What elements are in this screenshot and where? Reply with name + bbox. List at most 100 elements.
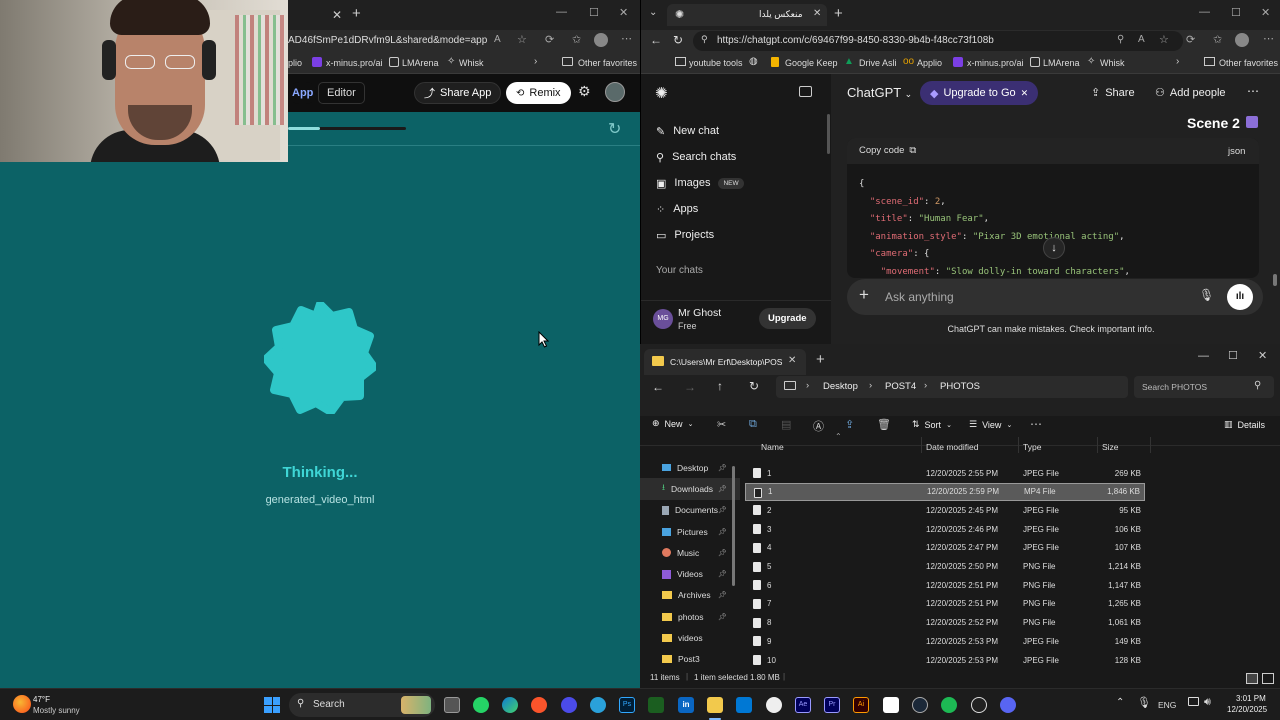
new-tab-icon[interactable]: + [352,5,361,22]
upgrade-button[interactable]: Upgrade [759,308,816,329]
table-row[interactable]: 6 12/20/2025 2:51 PM PNG File 1,147 KB [745,576,1145,594]
remix-button[interactable]: ⟲ Remix [506,82,571,104]
back-icon[interactable]: ← [652,380,664,394]
sidebar-scrollbar[interactable] [827,114,830,154]
linkedin-icon[interactable]: in [678,697,694,713]
forward-icon[interactable]: → [684,380,696,394]
steam-icon[interactable] [912,697,928,713]
close-tab-icon[interactable]: ✕ [813,8,821,19]
table-row[interactable]: 2 12/20/2025 2:45 PM JPEG File 95 KB [745,501,1145,519]
chatgpt-logo-icon[interactable]: ✺ [655,84,668,102]
main-scrollbar[interactable] [1273,274,1277,286]
nav-item-videos-folder[interactable]: videos [640,627,740,648]
breadcrumb-item[interactable]: PHOTOS [940,381,980,392]
breadcrumb-item[interactable]: POST4 [885,381,916,392]
column-divider[interactable] [1018,437,1019,453]
maximize-icon[interactable]: ☐ [1228,349,1238,362]
weather-desc[interactable]: Mostly sunny [33,706,80,715]
language-indicator[interactable]: ENG [1158,700,1176,710]
close-window-icon[interactable]: ✕ [619,6,628,19]
delete-icon[interactable]: 🗑︎ [877,418,891,431]
bookmark-item[interactable]: youtube tools [689,58,743,68]
share-app-button[interactable]: ⤴ Share App [414,82,502,104]
bookmark-item[interactable]: x-minus.pro/ai [326,58,383,68]
bookmark-item[interactable]: Applio [917,58,942,68]
table-row[interactable]: 7 12/20/2025 2:51 PM PNG File 1,265 KB [745,595,1145,613]
site-info-icon[interactable]: ⚲ [701,34,708,45]
bookmark-item[interactable]: LMArena [402,58,439,68]
nav-item-post3[interactable]: Post3 [640,649,740,670]
column-header-size[interactable]: Size [1102,442,1119,452]
close-tab-icon[interactable]: ✕ [788,355,796,366]
nav-item-pictures[interactable]: Pictures 📌︎ [640,521,740,542]
new-tab-icon[interactable]: + [834,5,843,22]
weather-icon[interactable] [13,695,31,713]
table-row[interactable]: 9 12/20/2025 2:53 PM JPEG File 149 KB [745,632,1145,650]
favorite-star-icon[interactable]: ☆ [1159,33,1169,46]
bookmark-item[interactable]: x-minus.pro/ai [967,58,1024,68]
column-divider[interactable] [1097,437,1098,453]
upgrade-to-go-button[interactable]: ◆ Upgrade to Go ✕ [920,81,1039,105]
details-button[interactable]: ▥ Details [1224,419,1265,430]
profile-icon[interactable] [594,33,608,47]
photoshop-icon[interactable]: Ps [619,697,635,713]
tab-actions-icon[interactable]: ⌄ [649,7,657,18]
table-row[interactable]: 1 12/20/2025 2:59 PM MP4 File 1,846 KB [745,482,1145,501]
add-attachment-icon[interactable]: + [859,285,869,305]
sidebar-toggle-icon[interactable] [799,86,812,97]
favorites-icon[interactable]: ✩ [572,33,581,46]
maximize-icon[interactable]: ☐ [589,6,599,19]
app-icon[interactable] [648,697,664,713]
tiles-view-icon[interactable] [1262,673,1274,684]
details-view-icon[interactable] [1246,673,1258,684]
close-icon[interactable]: ✕ [1021,88,1029,99]
chevron-right-icon[interactable]: › [534,56,537,67]
more-icon[interactable]: ⋯ [621,32,632,45]
column-divider[interactable] [1150,437,1151,453]
whatsapp-icon[interactable] [473,697,489,713]
share-button[interactable]: ⇪ Share [1091,86,1135,100]
vscode-icon[interactable] [736,697,752,713]
voice-mode-button[interactable]: ılı [1227,284,1253,310]
chevron-up-icon[interactable]: ⌃ [1116,697,1124,708]
nav-item-music[interactable]: Music 📌︎ [640,542,740,563]
edge-icon[interactable] [502,697,518,713]
telegram-icon[interactable] [590,697,606,713]
table-row[interactable]: 1 12/20/2025 2:55 PM JPEG File 269 KB [745,464,1145,482]
close-tab-icon[interactable]: ✕ [332,8,342,22]
tab-app[interactable]: App [288,82,318,104]
read-aloud-icon[interactable]: A [1138,34,1145,45]
close-window-icon[interactable]: ✕ [1261,6,1270,19]
chevron-right-icon[interactable]: › [1176,56,1179,67]
sidebar-item-search-chats[interactable]: ⚲ Search chats [641,144,831,170]
refresh-extension-icon[interactable]: ⟳ [545,33,554,46]
more-icon[interactable]: ⋯ [1030,417,1042,431]
read-aloud-icon[interactable]: A [494,34,501,45]
minimize-icon[interactable]: — [1199,6,1210,18]
explorer-tab[interactable]: C:\Users\Mr Erf\Desktop\POS ✕ [644,349,806,375]
refresh-icon[interactable]: ↻ [608,119,621,139]
bookmark-item[interactable]: Drive Asli [859,58,897,68]
taskbar-search[interactable]: ⚲ Search [289,693,435,717]
gear-icon[interactable]: ⚙ [578,83,591,100]
file-explorer-icon[interactable] [707,697,723,713]
discord-icon[interactable] [1000,697,1016,713]
paste-icon[interactable]: ▤ [781,418,791,431]
sidebar-item-apps[interactable]: ⁘ Apps [641,196,831,222]
weather-temp[interactable]: 47°F [33,695,50,704]
illustrator-icon[interactable]: Ai [853,697,869,713]
maximize-icon[interactable]: ☐ [1231,6,1241,19]
share-icon[interactable]: ⇪ [845,418,854,431]
new-button[interactable]: ⊕ New ⌄ [652,418,693,429]
windows-start-icon[interactable] [264,697,280,713]
bookmark-item[interactable]: Google Keep [785,58,838,68]
url-field[interactable]: ⚲ https://chatgpt.com/c/69467f99-8450-83… [693,31,1183,51]
capcut-icon[interactable] [883,697,899,713]
column-header-name[interactable]: Name [761,442,784,452]
table-row[interactable]: 4 12/20/2025 2:47 PM JPEG File 107 KB [745,539,1145,557]
nav-item-photos[interactable]: photos 📌︎ [640,606,740,627]
brave-icon[interactable] [531,697,547,713]
table-row[interactable]: 5 12/20/2025 2:50 PM PNG File 1,214 KB [745,558,1145,576]
breadcrumb-item[interactable]: Desktop [823,381,858,392]
app-icon[interactable] [561,697,577,713]
